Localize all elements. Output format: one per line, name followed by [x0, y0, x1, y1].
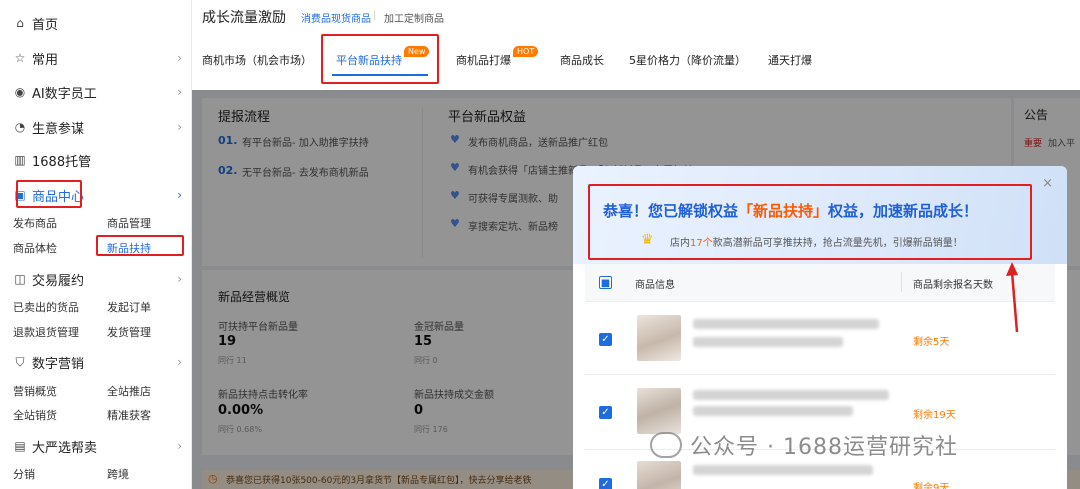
remaining-days: 剩余19天 [913, 410, 956, 421]
col-divider [901, 272, 902, 292]
nav-home-label: 首页 [32, 17, 59, 33]
nav-insight[interactable]: ◔ 生意参谋 › [0, 115, 192, 139]
sub-site-sell-goods[interactable]: 全站销货 [13, 407, 57, 423]
nav-ai-label: AI数字员工 [32, 86, 97, 102]
page-title: 成长流量激励 [202, 10, 286, 26]
gauge-icon: ◔ [14, 120, 26, 134]
nav-yanxuan-label: 大严选帮卖 [32, 440, 98, 456]
tab-product-growth[interactable]: 商品成长 [560, 52, 604, 68]
shield-icon: ⛉ [15, 354, 25, 369]
robot-icon: ◉ [14, 85, 26, 99]
watermark-text: 公众号 · 1688运营研究社 [690, 435, 958, 460]
home-icon: ⌂ [16, 16, 24, 30]
blurred-title [693, 465, 873, 475]
highlight-box-modal-title [588, 184, 1032, 260]
table-header: ■ 商品信息 商品剩余报名天数 [585, 264, 1055, 302]
star-icon: ☆ [14, 51, 26, 65]
crumb-divider: | [373, 10, 377, 21]
sidebar: ⌂ 首页 ☆ 常用 › ◉ AI数字员工 › ◔ 生意参谋 › ▥ 1688托管… [0, 0, 192, 489]
nav-insight-label: 生意参谋 [32, 121, 85, 137]
watermark: 公众号 · 1688运营研究社 [650, 427, 1060, 463]
sub-cross-border[interactable]: 跨境 [107, 466, 129, 482]
sub-site-promote-shop[interactable]: 全站推店 [107, 383, 151, 399]
sub-marketing-overview[interactable]: 营销概览 [13, 383, 57, 399]
product-thumbnail [637, 315, 681, 361]
annotation-arrow-icon [1006, 262, 1019, 333]
tab-opportunity-market[interactable]: 商机市场（机会市场） [202, 52, 312, 68]
sub-product-manage[interactable]: 商品管理 [107, 215, 151, 231]
nav-home[interactable]: ⌂ 首页 [0, 11, 192, 35]
cart-icon: ◫ [14, 272, 26, 286]
sub-product-check[interactable]: 商品体检 [13, 240, 57, 256]
chevron-right-icon: › [177, 439, 182, 453]
highlight-box-product-center [16, 180, 82, 208]
crumb-custom-goods[interactable]: 加工定制商品 [384, 10, 444, 25]
highlight-box-tab [321, 34, 439, 84]
crumb-consumer-goods[interactable]: 消费品现货商品 [301, 10, 371, 25]
col-product-info: 商品信息 [635, 280, 675, 291]
close-icon[interactable]: × [1042, 176, 1053, 191]
product-thumbnail [637, 461, 681, 489]
chart-icon: ▥ [14, 153, 26, 167]
row-checkbox[interactable]: ✓ [599, 406, 612, 419]
page-header: 成长流量激励 消费品现货商品 | 加工定制商品 商机市场（机会市场） 平台新品扶… [192, 0, 1080, 90]
doc-icon: ▤ [14, 439, 26, 453]
nav-trade-label: 交易履约 [32, 273, 85, 289]
chevron-right-icon: › [177, 85, 182, 99]
remaining-days: 剩余9天 [913, 483, 950, 489]
row-checkbox[interactable]: ✓ [599, 478, 612, 489]
sub-precise-acquire[interactable]: 精准获客 [107, 407, 151, 423]
blurred-title [693, 390, 889, 400]
remaining-days: 剩余5天 [913, 337, 950, 348]
tab-tongtian-burst[interactable]: 通天打爆 [768, 52, 812, 68]
chevron-right-icon: › [177, 120, 182, 134]
nav-yanxuan[interactable]: ▤ 大严选帮卖 › [0, 434, 192, 458]
wechat-icon [650, 432, 682, 458]
select-all-checkbox[interactable]: ■ [599, 276, 612, 289]
row-checkbox[interactable]: ✓ [599, 333, 612, 346]
highlight-box-new-product-support [96, 235, 184, 256]
sub-publish-product[interactable]: 发布商品 [13, 215, 57, 231]
nav-marketing-label: 数字营销 [32, 356, 85, 372]
tab-opportunity-burst[interactable]: 商机品打爆 [456, 52, 511, 68]
nav-marketing[interactable]: ⛉ 数字营销 › [0, 350, 192, 374]
sub-shipping-manage[interactable]: 发货管理 [107, 324, 151, 340]
table-row[interactable]: ✓ 剩余5天 [585, 303, 1055, 375]
nav-ai[interactable]: ◉ AI数字员工 › [0, 80, 192, 104]
chevron-right-icon: › [177, 51, 182, 65]
sub-sold-goods[interactable]: 已卖出的货品 [13, 299, 79, 315]
hot-badge: HOT [513, 46, 539, 57]
blurred-title [693, 319, 879, 329]
nav-trade[interactable]: ◫ 交易履约 › [0, 267, 192, 291]
blurred-title [693, 337, 843, 347]
sub-refund-manage[interactable]: 退款退货管理 [13, 324, 79, 340]
nav-trust-label: 1688托管 [32, 154, 92, 170]
blurred-title [693, 406, 853, 416]
sub-distribution[interactable]: 分销 [13, 466, 35, 482]
nav-trust[interactable]: ▥ 1688托管 [0, 148, 192, 172]
tab-price-power[interactable]: 5星价格力（降价流量） [629, 52, 746, 68]
sub-create-order[interactable]: 发起订单 [107, 299, 151, 315]
nav-common[interactable]: ☆ 常用 › [0, 46, 192, 70]
chevron-right-icon: › [177, 355, 182, 369]
chevron-right-icon: › [177, 272, 182, 286]
nav-common-label: 常用 [32, 52, 59, 68]
chevron-right-icon: › [177, 188, 182, 202]
col-remaining-days: 商品剩余报名天数 [913, 280, 993, 291]
